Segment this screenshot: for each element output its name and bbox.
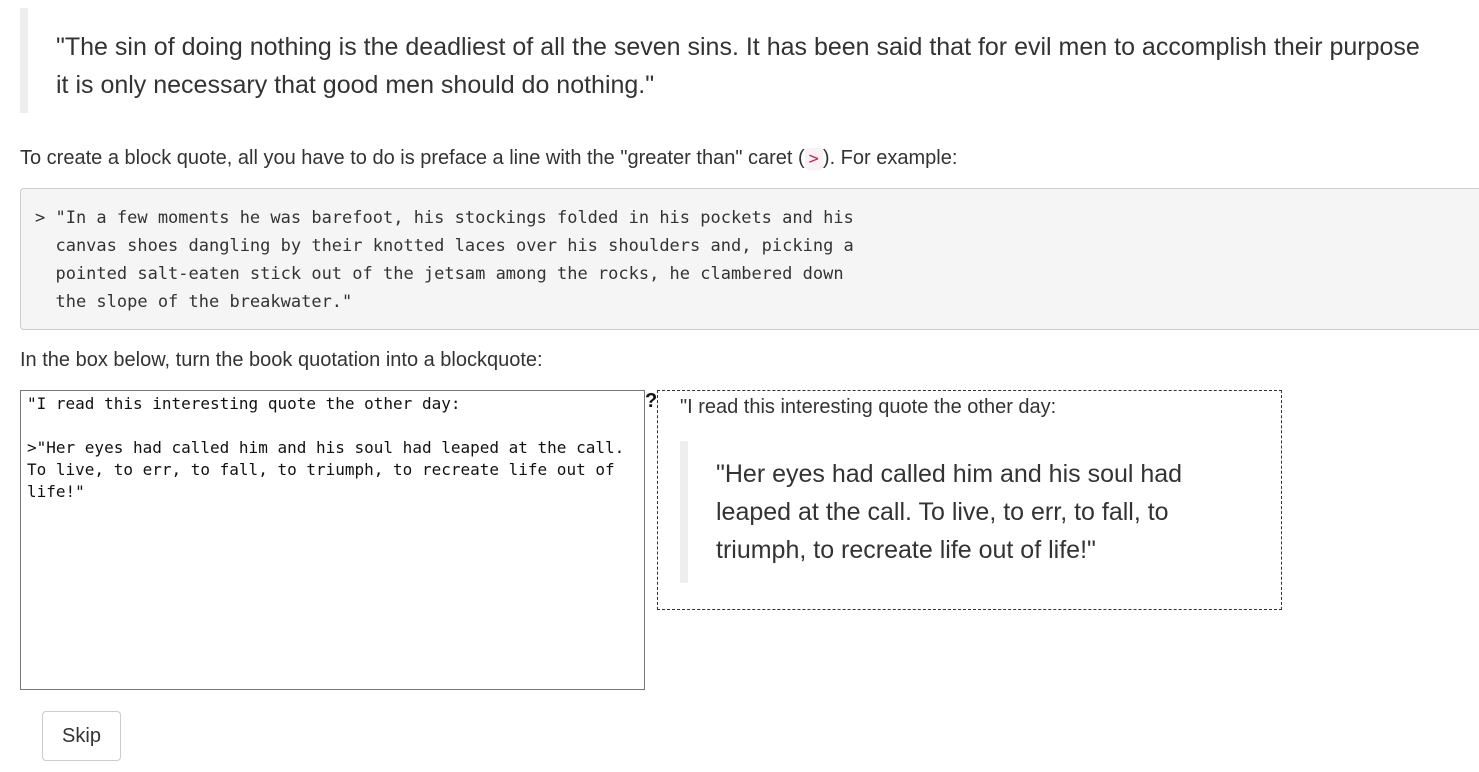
top-quote-line-1: "The sin of doing nothing is the deadlie… [56, 33, 1420, 61]
intro-text-before: To create a block quote, all you have to… [20, 147, 805, 169]
caret-code: > [804, 148, 823, 170]
skip-button[interactable]: Skip [42, 711, 121, 761]
instruction-text: In the box below, turn the book quotatio… [20, 349, 543, 371]
top-blockquote: "The sin of doing nothing is the deadlie… [20, 8, 1479, 113]
preview-blockquote: "Her eyes had called him and his soul ha… [680, 441, 1210, 583]
help-icon[interactable]: ? [645, 390, 657, 412]
preview-intro-text: "I read this interesting quote the other… [680, 396, 1057, 418]
top-quote-line-2: it is only necessary that good men shoul… [56, 71, 655, 99]
markdown-preview: "I read this interesting quote the other… [657, 390, 1282, 610]
intro-paragraph: To create a block quote, all you have to… [20, 146, 957, 170]
markdown-editor[interactable]: "I read this interesting quote the other… [20, 390, 645, 690]
intro-text-after: ). For example: [822, 147, 958, 169]
example-code-block: > "In a few moments he was barefoot, his… [20, 188, 1479, 330]
